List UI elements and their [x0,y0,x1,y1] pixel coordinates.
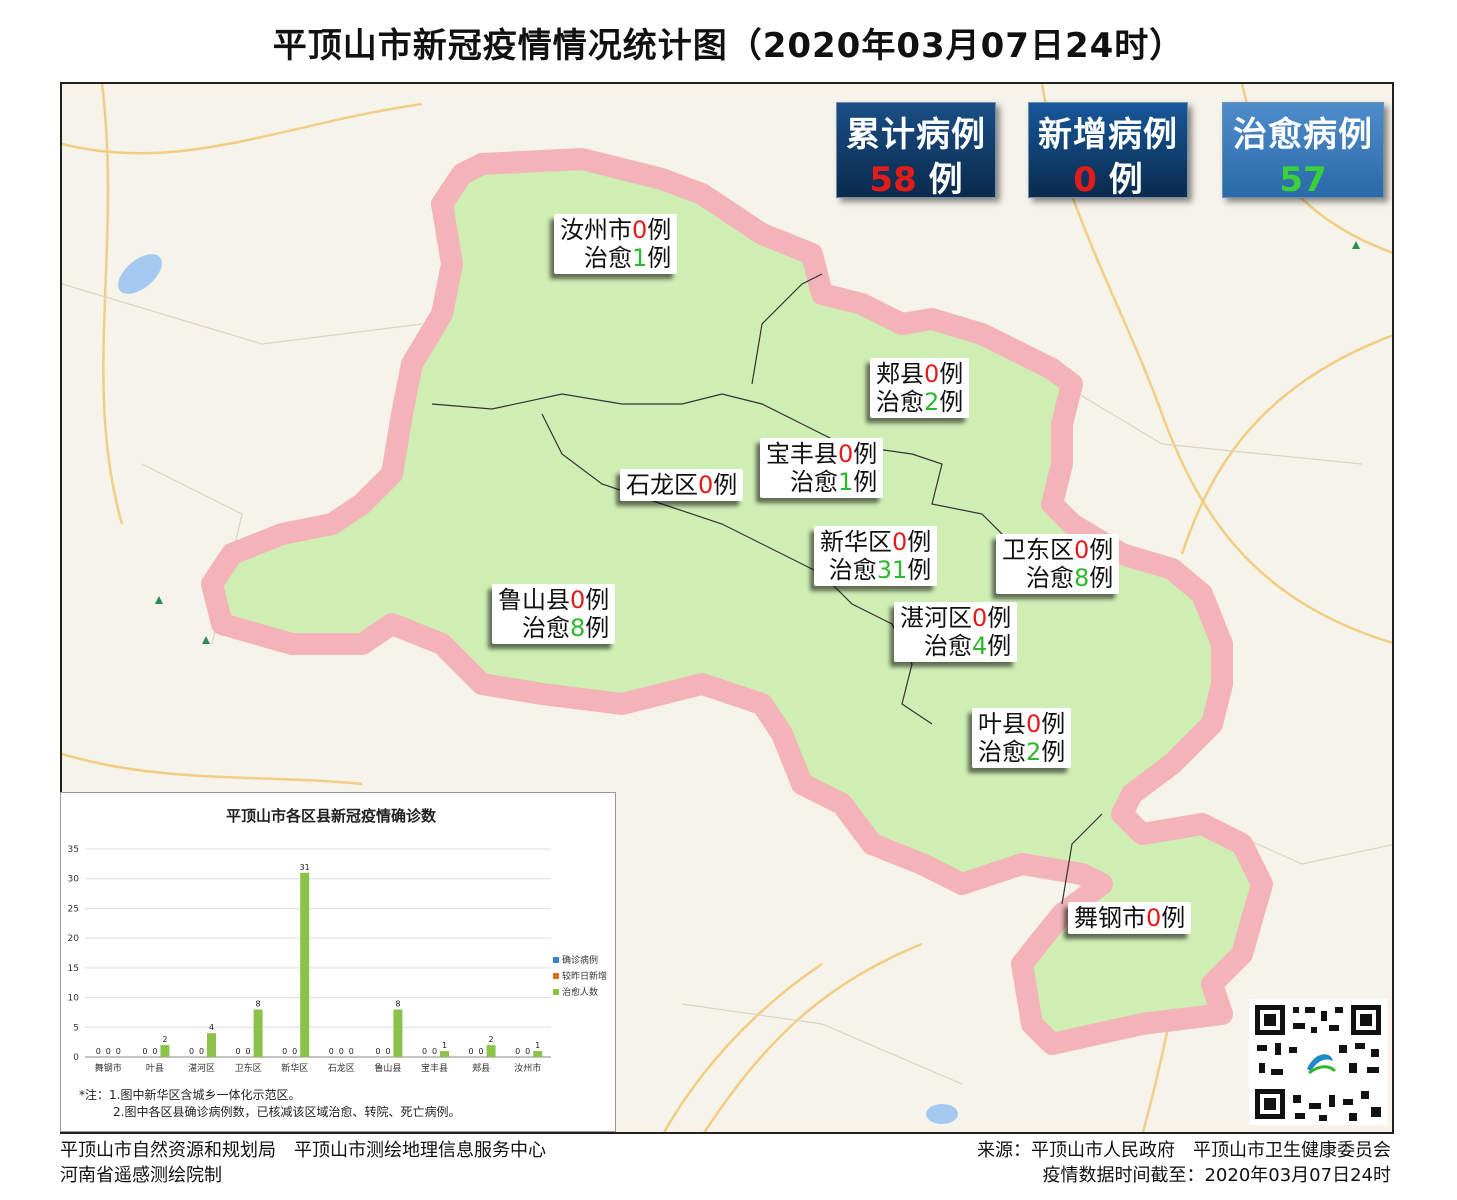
x-tick-label: 鲁山县 [374,1062,401,1074]
data-label: 4 [209,1023,214,1032]
bar-cured [253,1009,263,1057]
data-label: 0 [329,1047,334,1056]
data-label: 0 [282,1047,287,1056]
region-label-shilong[interactable]: 石龙区0例 [620,469,744,501]
data-label: 0 [385,1047,390,1056]
legend-item-cured: 治愈人数 [553,985,607,1001]
bar-cured [160,1045,170,1057]
bar-cured [300,872,310,1057]
chart-note-2: 2.图中各区县确诊病例数，已核减该区域治愈、转院、死亡病例。 [113,1105,461,1119]
qr-code[interactable] [1249,999,1387,1125]
chart-note-1: *注：1.图中新华区含城乡一体化示范区。 [79,1088,301,1102]
cured-cases-value: 57 [1279,160,1327,200]
x-tick-label: 汝州市 [514,1062,541,1074]
new-cases-box: 新增病例 0 例 [1028,102,1188,200]
footer-left: 平顶山市自然资源和规划局 平顶山市测绘地理信息服务中心 河南省遥感测绘院制 [60,1138,546,1188]
data-label: 2 [489,1035,494,1044]
x-tick-label: 新华区 [281,1062,308,1074]
data-label: 0 [422,1047,427,1056]
new-cases-unit: 例 [1108,160,1143,200]
footer-right-line2: 疫情数据时间截至：2020年03月07日24时 [1042,1165,1391,1186]
footer-right-line1: 来源：平顶山市人民政府 平顶山市卫生健康委员会 [977,1140,1391,1161]
x-tick-label: 湛河区 [188,1062,215,1074]
data-label: 0 [152,1047,157,1056]
y-tick-label: 10 [68,994,80,1004]
lake [118,254,162,294]
data-label: 0 [469,1047,474,1056]
chart-legend: 确诊病例 较昨日新增 治愈人数 [553,953,607,1001]
cured-cases-box: 治愈病例 57 [1222,102,1384,200]
y-tick-label: 20 [68,934,80,944]
data-label: 1 [535,1041,540,1050]
data-label: 0 [525,1047,530,1056]
y-tick-label: 25 [68,904,79,914]
total-cases-value: 58 [869,160,917,200]
data-label: 1 [442,1041,447,1050]
footer-left-line2: 河南省遥感测绘院制 [60,1165,222,1186]
x-tick-label: 卫东区 [235,1062,262,1074]
x-tick-label: 石龙区 [328,1062,355,1074]
data-label: 0 [236,1047,241,1056]
data-label: 0 [142,1047,147,1056]
y-tick-label: 5 [73,1023,79,1033]
x-tick-label: 郏县 [472,1062,490,1074]
y-tick-label: 0 [73,1053,79,1063]
bar-chart[interactable]: 05101520253035舞钢市0 0 0叶县0 02湛河区0 04卫东区0 08新华区… [61,793,617,1083]
data-label: 2 [162,1035,167,1044]
data-label: 0 [349,1047,354,1056]
chart-notes: *注：1.图中新华区含城乡一体化示范区。 2.图中各区县确诊病例数，已核减该区域… [79,1087,460,1121]
bar-cured [393,1009,403,1057]
x-tick-label: 舞钢市 [95,1062,122,1074]
region-label-jiaxian[interactable]: 郏县0例 治愈2例 [870,358,970,418]
region-label-ruzhou[interactable]: 汝州市0例 治愈1例 [554,214,678,274]
region-label-lushan[interactable]: 鲁山县0例 治愈8例 [492,584,616,644]
lake-2 [926,1104,958,1124]
data-label: 0 [515,1047,520,1056]
legend-item-new: 较昨日新增 [553,969,607,985]
data-label: 0 [106,1047,111,1056]
region-label-baofeng[interactable]: 宝丰县0例 治愈1例 [760,438,884,498]
y-tick-label: 15 [68,964,79,974]
new-cases-label: 新增病例 [1038,115,1178,155]
data-label: 0 [292,1047,297,1056]
bar-cured [486,1045,496,1057]
data-label: 0 [199,1047,204,1056]
total-cases-unit: 例 [928,160,963,200]
y-tick-label: 30 [68,875,80,885]
data-label: 0 [432,1047,437,1056]
data-label: 0 [116,1047,121,1056]
region-label-wugang[interactable]: 舞钢市0例 [1068,902,1192,934]
legend-item-confirmed: 确诊病例 [553,953,607,969]
bar-cured [533,1051,543,1057]
data-label: 8 [256,999,261,1008]
bar-cured [207,1033,216,1057]
data-label: 0 [189,1047,194,1056]
cured-cases-label: 治愈病例 [1233,115,1373,155]
data-label: 0 [246,1047,251,1056]
region-label-zhanhe[interactable]: 湛河区0例 治愈4例 [894,602,1018,662]
data-label: 0 [339,1047,344,1056]
data-label: 0 [479,1047,484,1056]
total-cases-label: 累计病例 [846,115,986,155]
page-title: 平顶山市新冠疫情情况统计图（2020年03月07日24时） [272,26,1185,66]
region-label-weidong[interactable]: 卫东区0例 治愈8例 [996,534,1120,594]
footer-left-line1: 平顶山市自然资源和规划局 平顶山市测绘地理信息服务中心 [60,1140,546,1161]
footer-right: 来源：平顶山市人民政府 平顶山市卫生健康委员会 疫情数据时间截至：2020年03… [977,1138,1391,1188]
data-label: 0 [96,1047,101,1056]
new-cases-value: 0 [1073,160,1097,200]
region-label-yexian[interactable]: 叶县0例 治愈2例 [972,708,1072,768]
x-tick-label: 叶县 [146,1063,164,1074]
data-label: 0 [375,1047,380,1056]
x-tick-label: 宝丰县 [421,1062,448,1074]
total-cases-box: 累计病例 58 例 [836,102,996,200]
chart-panel: 平顶山市各区县新冠疫情确诊数 0 5 10 15 20 25 30 35 舞钢市 0 0 0 叶县 0 0 2… [60,792,616,1132]
data-label: 31 [300,863,310,872]
region-label-xinhua[interactable]: 新华区0例 治愈31例 [814,526,938,586]
y-tick-label: 35 [68,845,79,855]
data-label: 8 [395,999,400,1008]
bar-cured [440,1051,449,1057]
